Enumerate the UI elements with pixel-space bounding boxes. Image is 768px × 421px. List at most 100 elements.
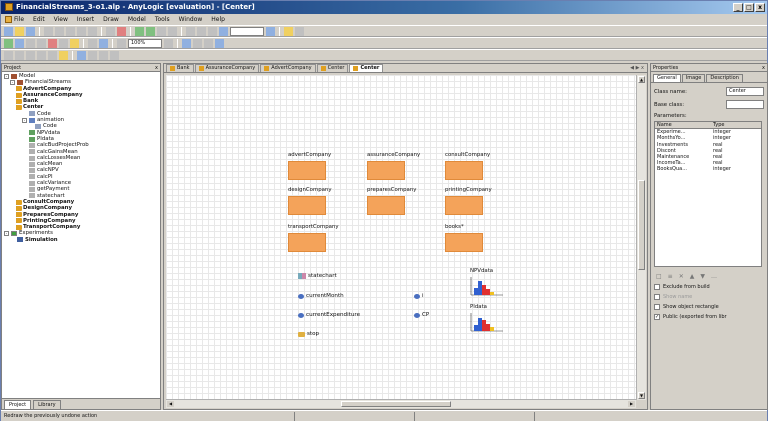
group-icon[interactable]: [215, 38, 224, 48]
collapse-icon[interactable]: -: [22, 117, 27, 123]
vertical-scrollbar[interactable]: ▲ ▼: [636, 75, 646, 400]
collapse-icon[interactable]: -: [4, 231, 9, 237]
tab-description[interactable]: Description: [706, 74, 743, 82]
panel-close-icon[interactable]: x: [155, 64, 158, 72]
scroll-down-icon[interactable]: ▼: [638, 392, 645, 399]
horizontal-scrollbar[interactable]: ◀ ▶: [166, 399, 636, 408]
pause-icon[interactable]: [157, 26, 166, 36]
insert-parameter-icon[interactable]: ≡: [668, 273, 673, 280]
event-stop[interactable]: stop: [298, 331, 319, 337]
checkbox[interactable]: [654, 284, 660, 290]
base-class-field[interactable]: [726, 100, 764, 109]
align-icon[interactable]: [193, 38, 202, 48]
build-icon[interactable]: [117, 26, 126, 36]
scroll-left-icon[interactable]: ◀: [167, 401, 174, 407]
option-checkbox[interactable]: ✓ Public (exported from libr: [654, 314, 764, 320]
grid-icon[interactable]: [182, 38, 191, 48]
variable-cp[interactable]: CP: [414, 312, 429, 318]
maximize-button[interactable]: □: [744, 3, 754, 12]
variable-icon[interactable]: [26, 38, 35, 48]
variable-i[interactable]: i: [414, 293, 424, 299]
help-icon[interactable]: [266, 26, 275, 36]
collapse-icon[interactable]: -: [10, 79, 15, 85]
distribute-icon[interactable]: [204, 38, 213, 48]
editor-tab[interactable]: Center: [349, 64, 384, 72]
event-icon[interactable]: [48, 38, 57, 48]
editor-tab[interactable]: AdvertCompany: [260, 64, 316, 72]
editor-tab[interactable]: Center: [316, 64, 349, 72]
menu-file[interactable]: File: [5, 16, 24, 23]
agent-icon[interactable]: [4, 38, 13, 48]
scroll-thumb[interactable]: [341, 401, 451, 407]
tab-library[interactable]: Library: [33, 400, 61, 409]
menu-tools[interactable]: Tools: [155, 16, 170, 23]
tab-image[interactable]: Image: [681, 74, 706, 82]
variable-currentmonth[interactable]: currentMonth: [298, 293, 344, 299]
menu-help[interactable]: Help: [211, 16, 225, 23]
table-row[interactable]: BooksQua... integer: [655, 166, 761, 172]
move-down-icon[interactable]: ▼: [700, 273, 705, 280]
oval-icon[interactable]: [37, 50, 46, 60]
checkbox-icon[interactable]: [88, 50, 97, 60]
rectangle-icon[interactable]: [26, 50, 35, 60]
editor-window-controls[interactable]: ◀ ▶ x: [630, 65, 644, 71]
zoom-select[interactable]: 100%: [128, 38, 162, 48]
copy-icon[interactable]: [55, 26, 64, 36]
zoom-in-icon[interactable]: [117, 38, 126, 48]
chart-npvdata[interactable]: NPVdata: [470, 268, 504, 296]
agent-books[interactable]: books*: [445, 224, 483, 252]
save-icon[interactable]: [26, 26, 35, 36]
agent-consultcompany[interactable]: consultCompany: [445, 152, 490, 180]
option-checkbox[interactable]: Exclude from build: [654, 284, 764, 290]
debug-icon[interactable]: [186, 26, 195, 36]
editor-tab[interactable]: AssuranceCompany: [194, 64, 260, 72]
port-icon[interactable]: [15, 38, 24, 48]
variable-currentexpenditure[interactable]: currentExpenditure: [298, 312, 360, 318]
class-name-field[interactable]: Center: [726, 87, 764, 96]
redo-icon[interactable]: [88, 26, 97, 36]
agent-advertcompany[interactable]: advertCompany: [288, 152, 331, 180]
run-icon[interactable]: [135, 26, 144, 36]
pan-icon[interactable]: [99, 38, 108, 48]
agent-printingcompany[interactable]: printingCompany: [445, 187, 492, 215]
agent-preparescompany[interactable]: preparesCompany: [367, 187, 416, 215]
menu-edit[interactable]: Edit: [33, 16, 45, 23]
remove-parameter-icon[interactable]: ✕: [679, 273, 684, 280]
line-icon[interactable]: [4, 50, 13, 60]
chart-icon[interactable]: [110, 50, 119, 60]
polyline-icon[interactable]: [15, 50, 24, 60]
scroll-up-icon[interactable]: ▲: [638, 76, 645, 83]
select-icon[interactable]: [88, 38, 97, 48]
cut-icon[interactable]: [44, 26, 53, 36]
column-type[interactable]: Type: [711, 122, 761, 128]
chart-pidata[interactable]: PIdata: [470, 304, 504, 332]
undo-icon[interactable]: [77, 26, 86, 36]
paste-icon[interactable]: [66, 26, 75, 36]
menu-model[interactable]: Model: [128, 16, 146, 23]
function-icon[interactable]: [59, 38, 68, 48]
minimize-button[interactable]: _: [733, 3, 743, 12]
slider-icon[interactable]: [99, 50, 108, 60]
search-icon[interactable]: [295, 26, 304, 36]
tree-item[interactable]: Simulation: [4, 237, 160, 243]
scroll-thumb[interactable]: [638, 180, 645, 270]
button-icon[interactable]: [77, 50, 86, 60]
editor-canvas[interactable]: advertCompany assuranceCompany consultCo…: [166, 75, 636, 400]
menu-insert[interactable]: Insert: [77, 16, 94, 23]
edit-icon[interactable]: [284, 26, 293, 36]
state-select[interactable]: [230, 26, 264, 36]
stop-icon[interactable]: [168, 26, 177, 36]
parameter-icon[interactable]: [37, 38, 46, 48]
checkbox[interactable]: [654, 304, 660, 310]
more-icon[interactable]: …: [711, 273, 717, 280]
agent-designcompany[interactable]: designCompany: [288, 187, 332, 215]
tab-project[interactable]: Project: [4, 400, 32, 409]
column-name[interactable]: Name: [655, 122, 711, 128]
agent-transportcompany[interactable]: transportCompany: [288, 224, 339, 252]
run-step-icon[interactable]: [146, 26, 155, 36]
step-icon[interactable]: [208, 26, 217, 36]
close-button[interactable]: x: [755, 3, 765, 12]
menu-window[interactable]: Window: [179, 16, 203, 23]
zoom-out-icon[interactable]: [164, 38, 173, 48]
panel-close-icon[interactable]: x: [762, 64, 765, 72]
